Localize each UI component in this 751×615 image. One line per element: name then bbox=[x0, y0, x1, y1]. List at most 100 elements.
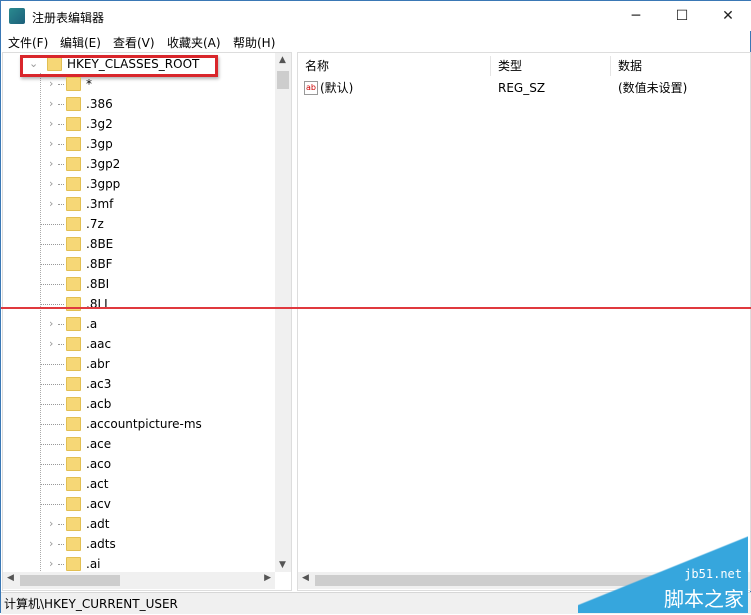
vertical-scrollbar[interactable]: ▲ ▼ bbox=[275, 53, 291, 572]
tree-connector bbox=[41, 304, 64, 305]
tree-connector bbox=[41, 464, 64, 465]
folder-icon bbox=[66, 337, 81, 351]
tree-item-label: .8BI bbox=[86, 277, 110, 291]
tree-item[interactable]: › .386 bbox=[3, 94, 273, 114]
scroll-thumb[interactable] bbox=[20, 575, 120, 586]
tree-item-label: .accountpicture-ms bbox=[86, 417, 202, 431]
value-data: (数值未设置) bbox=[618, 81, 688, 95]
tree-item-label: .3gp2 bbox=[86, 157, 121, 171]
maximize-button[interactable]: ☐ bbox=[659, 1, 705, 31]
folder-icon bbox=[66, 237, 81, 251]
tree-item[interactable]: .8LI bbox=[3, 294, 273, 314]
tree-connector bbox=[41, 264, 64, 265]
tree-item-label: .aac bbox=[86, 337, 112, 351]
tree-item-label: .adt bbox=[86, 517, 110, 531]
string-value-icon: ab bbox=[304, 81, 318, 95]
folder-icon bbox=[66, 437, 81, 451]
tree-connector bbox=[41, 404, 64, 405]
folder-icon bbox=[66, 557, 81, 571]
tree-item[interactable]: .8BE bbox=[3, 234, 273, 254]
tree-item[interactable]: .acv bbox=[3, 494, 273, 514]
tree-item[interactable]: › .a bbox=[3, 314, 273, 334]
tree-item[interactable]: › .3g2 bbox=[3, 114, 273, 134]
tree-item[interactable]: .7z bbox=[3, 214, 273, 234]
folder-icon bbox=[66, 357, 81, 371]
folder-icon bbox=[66, 477, 81, 491]
tree-item[interactable]: .act bbox=[3, 474, 273, 494]
tree-item[interactable]: › .3gpp bbox=[3, 174, 273, 194]
column-data[interactable]: 数据 bbox=[611, 56, 750, 76]
tree-connector bbox=[58, 204, 64, 205]
tree-connector bbox=[41, 484, 64, 485]
tree-item-label: .ace bbox=[86, 437, 112, 451]
tree-item[interactable]: .accountpicture-ms bbox=[3, 414, 273, 434]
scroll-left-icon[interactable]: ◀ bbox=[7, 573, 14, 583]
menu-help[interactable]: 帮助(H) bbox=[233, 34, 275, 51]
folder-icon bbox=[66, 517, 81, 531]
tree-item[interactable]: .acb bbox=[3, 394, 273, 414]
folder-icon bbox=[66, 377, 81, 391]
tree-item[interactable]: › .aac bbox=[3, 334, 273, 354]
tree-item-label: .3gpp bbox=[86, 177, 121, 191]
tree-item[interactable]: › .3gp2 bbox=[3, 154, 273, 174]
tree-item[interactable]: › .ai bbox=[3, 554, 273, 574]
scroll-up-icon[interactable]: ▲ bbox=[279, 55, 286, 65]
tree-item-label: .8BE bbox=[86, 237, 114, 251]
value-row[interactable]: ab (默认) REG_SZ (数值未设置) bbox=[298, 78, 748, 98]
tree-connector bbox=[58, 164, 64, 165]
folder-icon bbox=[66, 157, 81, 171]
registry-tree[interactable]: ⌄ HKEY_CLASSES_ROOT › * › .386 › .3g2 › .3gp › .3… bbox=[2, 52, 292, 591]
tree-connector bbox=[41, 504, 64, 505]
tree-item[interactable]: › .adts bbox=[3, 534, 273, 554]
values-list[interactable]: 名称 类型 数据 ab (默认) REG_SZ (数值未设置) ◀ bbox=[297, 52, 751, 591]
tree-connector bbox=[58, 344, 64, 345]
tree-item[interactable]: .8BF bbox=[3, 254, 273, 274]
title-bar: 注册表编辑器 ─ ☐ ✕ bbox=[1, 1, 751, 31]
tree-item-label: .7z bbox=[86, 217, 104, 231]
tree-connector bbox=[58, 524, 64, 525]
tree-item-label: .ac3 bbox=[86, 377, 112, 391]
annotation-line bbox=[1, 307, 751, 309]
menu-view[interactable]: 查看(V) bbox=[113, 34, 155, 51]
menu-file[interactable]: 文件(F) bbox=[8, 34, 48, 51]
watermark-name: 脚本之家 bbox=[664, 587, 744, 611]
tree-item[interactable]: .aco bbox=[3, 454, 273, 474]
folder-icon bbox=[66, 217, 81, 231]
menu-edit[interactable]: 编辑(E) bbox=[60, 34, 101, 51]
scroll-thumb[interactable] bbox=[277, 71, 289, 89]
tree-item-label: * bbox=[86, 77, 92, 91]
folder-icon bbox=[66, 277, 81, 291]
tree-item[interactable]: › .3gp bbox=[3, 134, 273, 154]
scroll-right-icon[interactable]: ▶ bbox=[264, 573, 271, 583]
menu-favorites[interactable]: 收藏夹(A) bbox=[167, 34, 221, 51]
tree-item[interactable]: › .adt bbox=[3, 514, 273, 534]
value-name: (默认) bbox=[320, 81, 354, 95]
tree-item[interactable]: .8BI bbox=[3, 274, 273, 294]
column-type[interactable]: 类型 bbox=[491, 56, 611, 76]
close-button[interactable]: ✕ bbox=[705, 1, 751, 31]
folder-icon bbox=[66, 417, 81, 431]
tree-item[interactable]: .abr bbox=[3, 354, 273, 374]
tree-item-label: .abr bbox=[86, 357, 110, 371]
scroll-left-icon[interactable]: ◀ bbox=[302, 573, 309, 583]
minimize-button[interactable]: ─ bbox=[613, 1, 659, 31]
horizontal-scrollbar[interactable]: ◀ ▶ bbox=[3, 572, 275, 589]
window-title: 注册表编辑器 bbox=[32, 11, 105, 25]
tree-item-label: .acv bbox=[86, 497, 111, 511]
tree-item-label: .adts bbox=[86, 537, 116, 551]
folder-icon bbox=[66, 317, 81, 331]
tree-item[interactable]: .ace bbox=[3, 434, 273, 454]
column-name[interactable]: 名称 bbox=[298, 56, 491, 76]
tree-item[interactable]: › .3mf bbox=[3, 194, 273, 214]
tree-item[interactable]: .ac3 bbox=[3, 374, 273, 394]
tree-item-label: .ai bbox=[86, 557, 101, 571]
tree-item[interactable]: › * bbox=[3, 74, 273, 94]
tree-connector bbox=[41, 444, 64, 445]
folder-icon bbox=[66, 177, 81, 191]
regedit-icon bbox=[9, 8, 25, 24]
tree-connector bbox=[58, 144, 64, 145]
tree-connector bbox=[41, 424, 64, 425]
tree-connector bbox=[41, 224, 64, 225]
scroll-down-icon[interactable]: ▼ bbox=[279, 560, 286, 570]
folder-icon bbox=[66, 537, 81, 551]
